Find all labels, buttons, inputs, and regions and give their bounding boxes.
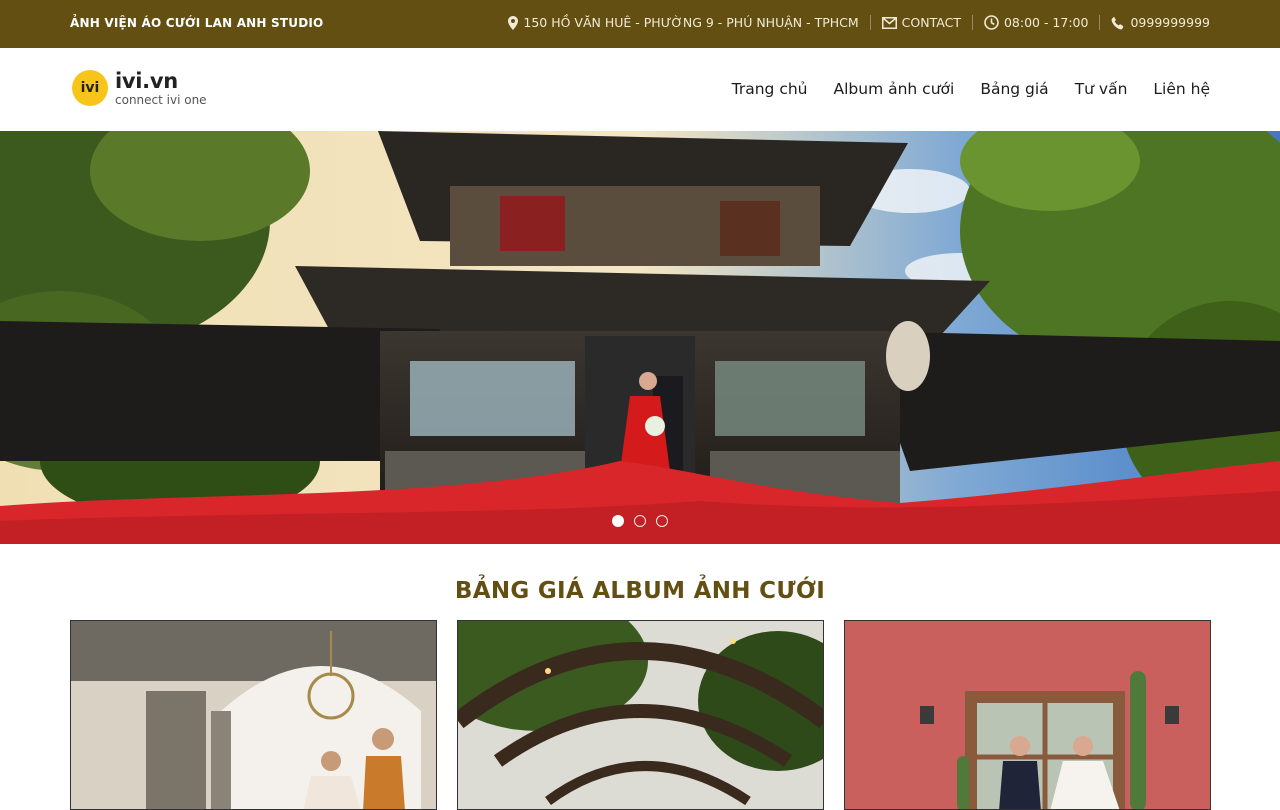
address-link[interactable]: 150 HỒ VĂN HUÊ - PHƯỜNG 9 - PHÚ NHUẬN - … xyxy=(508,15,859,30)
logo-mark: ivi xyxy=(72,70,108,106)
contact-info: 150 HỒ VĂN HUÊ - PHƯỜNG 9 - PHÚ NHUẬN - … xyxy=(508,15,1210,30)
hero-slider[interactable] xyxy=(0,131,1280,544)
album-card-image xyxy=(71,621,436,809)
album-card[interactable] xyxy=(70,620,437,810)
phone-text: 0999999999 xyxy=(1130,15,1210,30)
divider xyxy=(869,15,871,30)
address-text: 150 HỒ VĂN HUÊ - PHƯỜNG 9 - PHÚ NHUẬN - … xyxy=(523,15,859,30)
hours-info: 08:00 - 17:00 xyxy=(984,15,1089,30)
divider xyxy=(1099,15,1101,30)
slider-dot[interactable] xyxy=(612,515,624,527)
nav-home[interactable]: Trang chủ xyxy=(732,80,808,98)
contact-text: CONTACT xyxy=(901,15,961,30)
album-cards xyxy=(70,620,1211,810)
studio-name: ẢNH VIỆN ÁO CƯỚI LAN ANH STUDIO xyxy=(70,16,324,30)
contact-link[interactable]: CONTACT xyxy=(881,15,961,30)
phone-link[interactable]: 0999999999 xyxy=(1111,15,1210,30)
logo-tagline: connect ivi one xyxy=(115,92,207,107)
nav-consult[interactable]: Tư vấn xyxy=(1075,80,1128,98)
phone-icon xyxy=(1111,16,1125,30)
pricing-section: BẢNG GIÁ ALBUM ẢNH CƯỚI xyxy=(0,544,1280,810)
section-title: BẢNG GIÁ ALBUM ẢNH CƯỚI xyxy=(454,578,826,604)
envelope-icon xyxy=(881,16,897,29)
hero-image xyxy=(0,131,1280,544)
site-logo[interactable]: ivi ivi.vn connect ivi one xyxy=(72,70,207,106)
album-card-image xyxy=(458,621,823,809)
map-marker-icon xyxy=(508,15,519,30)
slider-dot[interactable] xyxy=(634,515,646,527)
album-card-image xyxy=(845,621,1210,809)
clock-icon xyxy=(984,15,999,30)
top-bar: ẢNH VIỆN ÁO CƯỚI LAN ANH STUDIO 150 HỒ V… xyxy=(0,0,1280,48)
slider-dots xyxy=(612,515,668,527)
hours-text: 08:00 - 17:00 xyxy=(1003,15,1089,30)
divider xyxy=(971,15,973,30)
album-card[interactable] xyxy=(844,620,1211,810)
site-header: ivi ivi.vn connect ivi one Trang chủ Alb… xyxy=(0,48,1280,131)
album-card[interactable] xyxy=(457,620,824,810)
nav-contact[interactable]: Liên hệ xyxy=(1153,80,1210,98)
nav-wedding-album[interactable]: Album ảnh cưới xyxy=(834,80,955,98)
slider-dot[interactable] xyxy=(656,515,668,527)
main-nav: Trang chủ Album ảnh cưới Bảng giá Tư vấn… xyxy=(732,80,1210,98)
logo-name: ivi.vn xyxy=(115,68,178,93)
nav-pricing[interactable]: Bảng giá xyxy=(980,80,1048,98)
